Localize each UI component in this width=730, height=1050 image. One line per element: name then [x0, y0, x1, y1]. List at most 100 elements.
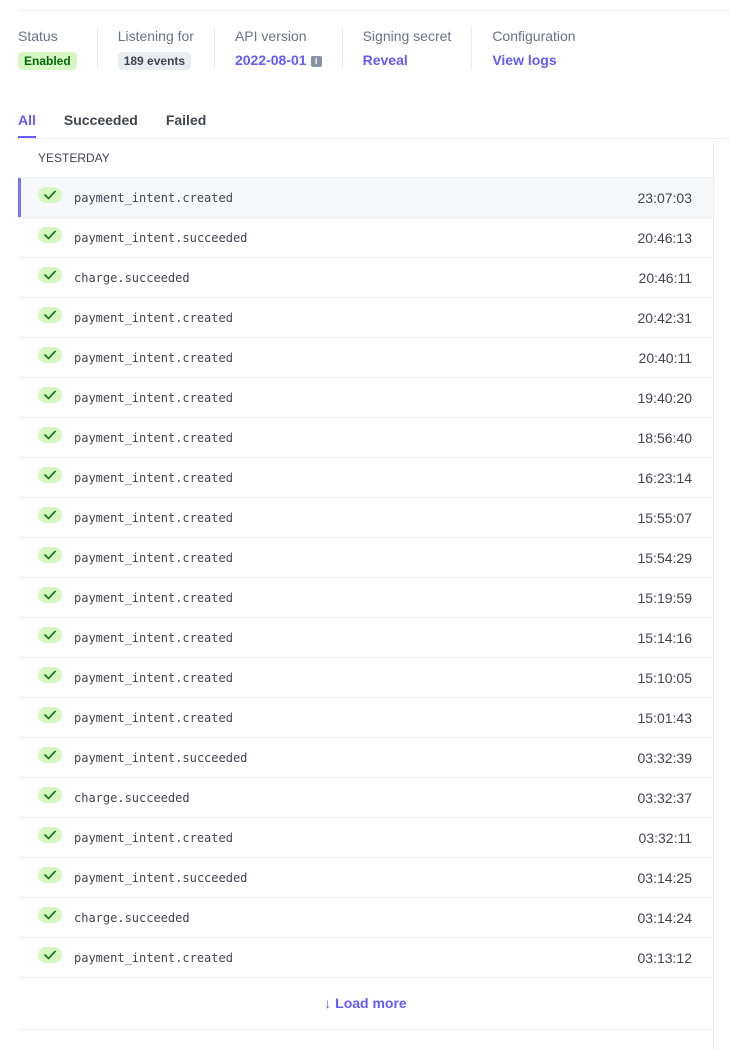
listening-label: Listening for: [117, 28, 194, 44]
event-row[interactable]: payment_intent.created 19:40:20: [18, 378, 713, 418]
tab-failed[interactable]: Failed: [166, 110, 206, 137]
event-timestamp: 16:23:14: [637, 470, 693, 486]
event-row[interactable]: payment_intent.created 20:42:31: [18, 298, 713, 338]
event-timestamp: 18:56:40: [637, 430, 693, 446]
signing-secret-stat: Signing secret Reveal: [341, 26, 472, 70]
check-icon: [38, 227, 62, 243]
check-icon: [38, 587, 62, 603]
event-type: payment_intent.succeeded: [74, 871, 248, 885]
reveal-secret-link[interactable]: Reveal: [363, 52, 408, 68]
event-timestamp: 03:13:12: [637, 950, 693, 966]
event-type: payment_intent.created: [74, 711, 233, 725]
event-timestamp: 19:40:20: [637, 390, 693, 406]
event-row[interactable]: charge.succeeded 03:32:37: [18, 778, 713, 818]
api-version-value[interactable]: 2022-08-01: [235, 52, 307, 68]
event-timestamp: 15:55:07: [637, 510, 693, 526]
check-icon: [38, 467, 62, 483]
event-row[interactable]: payment_intent.created 15:55:07: [18, 498, 713, 538]
event-timestamp: 03:32:37: [637, 790, 693, 806]
event-type: payment_intent.created: [74, 511, 233, 525]
configuration-label: Configuration: [492, 28, 576, 44]
event-type: charge.succeeded: [74, 271, 190, 285]
event-type: payment_intent.succeeded: [74, 751, 248, 765]
event-type: payment_intent.created: [74, 351, 233, 365]
event-timestamp: 03:14:24: [637, 910, 693, 926]
check-icon: [38, 267, 62, 283]
top-divider: [18, 10, 730, 11]
event-row[interactable]: payment_intent.created 15:19:59: [18, 578, 713, 618]
event-type: payment_intent.created: [74, 551, 233, 565]
event-row[interactable]: charge.succeeded 20:46:11: [18, 258, 713, 298]
event-filter-tabs: All Succeeded Failed: [18, 110, 730, 139]
status-label: Status: [18, 28, 58, 44]
event-row[interactable]: payment_intent.created 15:54:29: [18, 538, 713, 578]
event-row[interactable]: payment_intent.created 15:14:16: [18, 618, 713, 658]
date-group-header: Yesterday: [18, 138, 713, 178]
event-row[interactable]: payment_intent.succeeded 20:46:13: [18, 218, 713, 258]
check-icon: [38, 547, 62, 563]
event-timestamp: 15:14:16: [637, 630, 693, 646]
event-timestamp: 03:14:25: [637, 870, 693, 886]
check-icon: [38, 627, 62, 643]
event-type: payment_intent.created: [74, 951, 233, 965]
event-timestamp: 03:32:11: [638, 830, 692, 846]
status-badge: Enabled: [18, 52, 77, 70]
event-row[interactable]: payment_intent.created 20:40:11: [18, 338, 713, 378]
check-icon: [38, 427, 62, 443]
tab-succeeded[interactable]: Succeeded: [64, 110, 138, 137]
event-type: payment_intent.succeeded: [74, 231, 248, 245]
check-icon: [38, 507, 62, 523]
check-icon: [38, 827, 62, 843]
event-type: charge.succeeded: [74, 911, 190, 925]
event-timestamp: 15:10:05: [637, 670, 693, 686]
event-type: payment_intent.created: [74, 831, 233, 845]
check-icon: [38, 947, 62, 963]
load-more-button[interactable]: ↓ Load more: [18, 978, 713, 1030]
status-stat: Status Enabled: [18, 26, 97, 70]
event-row[interactable]: payment_intent.created 15:01:43: [18, 698, 713, 738]
check-icon: [38, 707, 62, 723]
endpoint-summary: Status Enabled Listening for 189 events …: [18, 26, 596, 70]
event-type: payment_intent.created: [74, 591, 233, 605]
tab-all[interactable]: All: [18, 110, 36, 138]
event-row[interactable]: charge.succeeded 03:14:24: [18, 898, 713, 938]
api-version-label: API version: [234, 28, 307, 44]
event-timestamp: 15:19:59: [637, 590, 693, 606]
event-row[interactable]: payment_intent.created 03:32:11: [18, 818, 713, 858]
events-count-badge[interactable]: 189 events: [117, 52, 192, 70]
event-row[interactable]: payment_intent.created 03:13:12: [18, 938, 713, 978]
event-timestamp: 15:01:43: [637, 710, 693, 726]
check-icon: [38, 867, 62, 883]
check-icon: [38, 907, 62, 923]
event-type: payment_intent.created: [74, 431, 233, 445]
event-type: payment_intent.created: [74, 671, 233, 685]
info-icon[interactable]: i: [310, 56, 322, 67]
event-type: payment_intent.created: [74, 391, 233, 405]
event-row[interactable]: payment_intent.succeeded 03:32:39: [18, 738, 713, 778]
listening-stat: Listening for 189 events: [96, 26, 214, 70]
event-row[interactable]: payment_intent.created 18:56:40: [18, 418, 713, 458]
event-timestamp: 20:42:31: [637, 310, 693, 326]
check-icon: [38, 307, 62, 323]
configuration-stat: Configuration View logs: [471, 26, 595, 70]
event-type: charge.succeeded: [74, 791, 190, 805]
event-row[interactable]: payment_intent.created 15:10:05: [18, 658, 713, 698]
event-type: payment_intent.created: [74, 631, 233, 645]
check-icon: [38, 667, 62, 683]
event-type: payment_intent.created: [74, 191, 233, 205]
event-row[interactable]: payment_intent.created 23:07:03: [18, 178, 713, 218]
view-logs-link[interactable]: View logs: [492, 52, 556, 68]
check-icon: [38, 387, 62, 403]
event-row[interactable]: payment_intent.created 16:23:14: [18, 458, 713, 498]
event-type: payment_intent.created: [74, 471, 233, 485]
signing-secret-label: Signing secret: [362, 28, 452, 44]
event-timestamp: 03:32:39: [637, 750, 693, 766]
check-icon: [38, 187, 62, 203]
event-timestamp: 20:46:11: [638, 270, 692, 286]
check-icon: [38, 347, 62, 363]
event-timestamp: 20:46:13: [637, 230, 693, 246]
event-list: Yesterday payment_intent.created 23:07:03…: [18, 138, 714, 1050]
event-timestamp: 15:54:29: [637, 550, 693, 566]
event-row[interactable]: payment_intent.succeeded 03:14:25: [18, 858, 713, 898]
arrow-down-icon: ↓: [324, 995, 332, 1011]
